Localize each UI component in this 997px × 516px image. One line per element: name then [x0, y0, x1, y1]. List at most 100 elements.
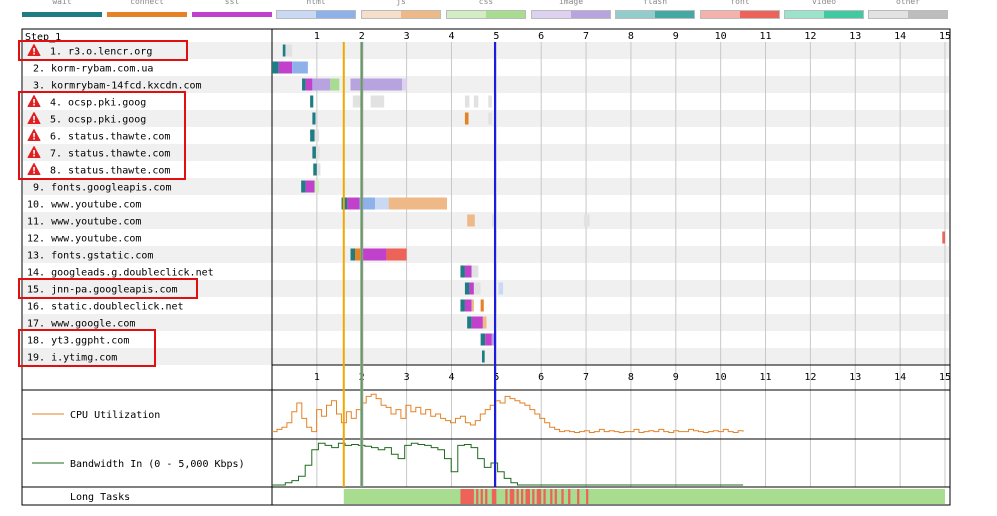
request-label: 2. korm-rybam.com.ua — [33, 64, 153, 75]
request-bar-segment[interactable] — [460, 299, 465, 312]
long-task-block — [516, 489, 519, 504]
long-task-block — [460, 489, 474, 504]
warning-icon-mark: ! — [32, 99, 36, 109]
axis-tick-bottom: 4 — [448, 372, 454, 383]
request-bar-segment[interactable] — [402, 78, 407, 91]
request-bar-segment[interactable] — [471, 265, 479, 278]
long-task-block — [521, 489, 524, 504]
request-bar-segment[interactable] — [467, 316, 472, 329]
request-label: 4. ocsp.pki.goog — [50, 98, 146, 109]
long-task-block — [509, 489, 515, 504]
request-bar-segment[interactable] — [480, 333, 486, 346]
request-bar-segment[interactable] — [314, 129, 320, 142]
long-task-block — [491, 489, 497, 504]
axis-tick-top: 9 — [673, 31, 679, 42]
axis-tick-top: 3 — [404, 31, 410, 42]
request-bar-segment[interactable] — [347, 197, 360, 210]
request-bar-segment[interactable] — [464, 95, 470, 108]
request-bar-segment[interactable] — [330, 78, 340, 91]
request-bar-segment[interactable] — [464, 282, 470, 295]
request-bar-segment[interactable] — [469, 282, 474, 295]
request-bar-segment[interactable] — [305, 180, 315, 193]
long-tasks-idle-bar — [343, 489, 946, 504]
axis-tick-top: 6 — [538, 31, 544, 42]
long-task-block — [476, 489, 479, 504]
warning-icon-mark: ! — [32, 133, 36, 143]
request-bar-segment[interactable] — [315, 146, 320, 159]
request-bar-segment[interactable] — [485, 333, 492, 346]
request-bar-segment[interactable] — [464, 265, 472, 278]
axis-tick-bottom: 14 — [894, 372, 906, 383]
request-bar-segment[interactable] — [316, 163, 321, 176]
request-label: 3. kormrybam-14fcd.kxcdn.com — [33, 81, 202, 92]
axis-tick-top: 5 — [493, 31, 499, 42]
request-bar-segment[interactable] — [464, 299, 472, 312]
request-bar-segment[interactable] — [310, 129, 315, 142]
request-bar-segment[interactable] — [386, 248, 407, 261]
request-bar-segment[interactable] — [350, 248, 356, 261]
request-bar-segment[interactable] — [302, 78, 306, 91]
request-bar-segment[interactable] — [464, 112, 469, 125]
request-bar-segment[interactable] — [942, 231, 945, 244]
request-bar-segment[interactable] — [301, 180, 306, 193]
request-bar-segment[interactable] — [292, 61, 308, 74]
request-bar-segment[interactable] — [310, 95, 314, 108]
request-label: 17. www.google.com — [27, 319, 135, 330]
request-bar-segment[interactable] — [471, 316, 483, 329]
request-label: 8. status.thawte.com — [50, 166, 170, 177]
request-bar-segment[interactable] — [473, 282, 481, 295]
request-bar-segment[interactable] — [471, 299, 474, 312]
axis-tick-top: 14 — [894, 31, 906, 42]
request-bar-segment[interactable] — [488, 95, 492, 108]
request-bar-segment[interactable] — [282, 44, 286, 57]
request-bar-segment[interactable] — [361, 248, 387, 261]
warning-icon-mark: ! — [32, 116, 36, 126]
long-task-block — [536, 489, 542, 504]
request-bar-segment[interactable] — [388, 197, 447, 210]
request-bar-segment[interactable] — [370, 95, 385, 108]
long-task-block — [525, 489, 530, 504]
axis-tick-bottom: 7 — [583, 372, 589, 383]
axis-tick-top: 2 — [359, 31, 365, 42]
request-bar-segment[interactable] — [481, 350, 485, 363]
long-task-block — [505, 489, 508, 504]
request-bar-segment[interactable] — [583, 214, 590, 227]
axis-tick-top: 13 — [849, 31, 861, 42]
request-label: 12. www.youtube.com — [27, 234, 141, 245]
long-task-block — [485, 489, 488, 504]
request-bar-segment[interactable] — [491, 333, 495, 346]
request-bar-segment[interactable] — [460, 265, 465, 278]
request-label: 14. googleads.g.doubleclick.net — [27, 268, 214, 279]
request-bar-segment[interactable] — [312, 146, 316, 159]
request-bar-segment[interactable] — [305, 78, 313, 91]
request-label: 16. static.doubleclick.net — [27, 302, 184, 313]
axis-tick-top: 4 — [448, 31, 454, 42]
request-bar-segment[interactable] — [272, 61, 279, 74]
request-bar-segment[interactable] — [467, 214, 475, 227]
axis-tick-bottom: 1 — [314, 372, 320, 383]
long-task-block — [550, 489, 553, 504]
waterfall-chart: Step_11122334455667788991010111112121313… — [18, 28, 951, 506]
request-bar-segment[interactable] — [278, 61, 293, 74]
request-bar-segment[interactable] — [488, 112, 492, 125]
axis-tick-bottom: 11 — [760, 372, 772, 383]
request-bar-segment[interactable] — [313, 163, 317, 176]
long-task-block — [561, 489, 564, 504]
request-label: 18. yt3.ggpht.com — [27, 336, 129, 347]
request-bar-segment[interactable] — [314, 180, 320, 193]
request-bar-segment[interactable] — [312, 112, 316, 125]
request-label: 5. ocsp.pki.goog — [50, 115, 146, 126]
request-bar-segment[interactable] — [375, 197, 389, 210]
request-bar-segment[interactable] — [350, 78, 403, 91]
request-bar-segment[interactable] — [480, 299, 484, 312]
axis-tick-top: 10 — [715, 31, 727, 42]
request-bar-segment[interactable] — [312, 78, 331, 91]
request-bar-segment[interactable] — [482, 316, 487, 329]
long-tasks-label: Long Tasks — [70, 492, 130, 503]
request-label: 7. status.thawte.com — [50, 149, 170, 160]
request-bar-segment[interactable] — [498, 282, 504, 295]
long-task-block — [532, 489, 535, 504]
request-bar-segment[interactable] — [285, 44, 293, 57]
axis-tick-bottom: 6 — [538, 372, 544, 383]
request-bar-segment[interactable] — [473, 95, 479, 108]
